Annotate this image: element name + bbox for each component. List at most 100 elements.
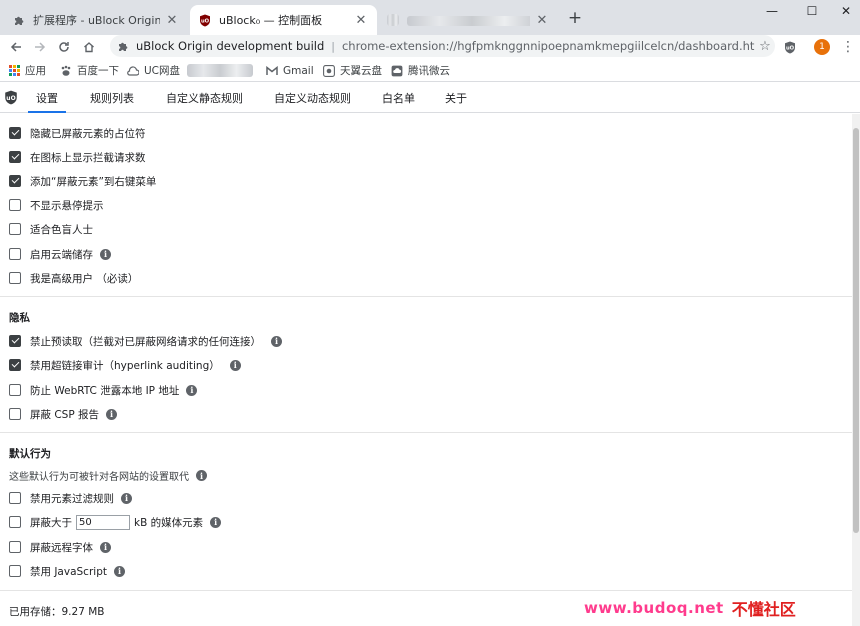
setting-hide-placeholders[interactable]: 隐藏已屏蔽元素的占位符 <box>9 125 146 141</box>
checkbox[interactable] <box>9 408 21 420</box>
checkbox[interactable] <box>9 492 21 504</box>
reload-icon <box>59 42 69 52</box>
bookmark-label: Gmail <box>283 64 314 77</box>
ublock-extension-button[interactable]: uO <box>780 37 800 57</box>
close-icon[interactable]: ✕ <box>353 12 369 28</box>
site-name: uBlock Origin development build <box>136 39 325 53</box>
ublock-icon: uO <box>785 41 795 53</box>
scrollbar[interactable] <box>852 114 860 626</box>
watermark-name: 不懂社区 <box>731 600 796 619</box>
bookmark-label: 应用 <box>25 65 46 77</box>
divider <box>0 590 852 591</box>
tab-settings[interactable]: 设置 <box>28 83 66 113</box>
bookmark-gmail[interactable]: Gmail <box>266 63 314 78</box>
info-icon[interactable]: i <box>106 408 118 420</box>
profile-button[interactable]: 1 <box>812 37 832 57</box>
setting-hyperlink-auditing[interactable]: 禁用超链接审计（hyperlink auditing） i <box>9 357 241 373</box>
setting-cloud-storage[interactable]: 启用云端储存 i <box>9 246 111 262</box>
kebab-menu-icon: ⋮ <box>841 39 855 55</box>
setting-advanced-user[interactable]: 我是高级用户 （必读） <box>9 270 138 286</box>
forward-button[interactable] <box>28 35 52 59</box>
checkbox[interactable] <box>9 175 21 187</box>
setting-label: 启用云端储存 <box>30 248 93 261</box>
bookmark-apps[interactable]: 应用 <box>8 63 46 78</box>
blurred-favicon-icon <box>386 13 400 27</box>
bookmark-uc[interactable]: UC网盘 <box>127 63 180 78</box>
divider: | <box>331 39 335 53</box>
checkbox[interactable] <box>9 127 21 139</box>
bookmarks-bar: 应用 百度一下 UC网盘 Gmail 天翼云盘 腾讯微云 <box>0 59 860 82</box>
back-button[interactable] <box>4 35 28 59</box>
home-button[interactable] <box>77 35 101 59</box>
star-icon[interactable]: ☆ <box>755 39 775 54</box>
setting-no-cosmetic-filtering[interactable]: 禁用元素过滤规则 i <box>9 490 132 506</box>
puzzle-icon <box>116 39 130 53</box>
checkbox[interactable] <box>9 248 21 260</box>
setting-csp-reports[interactable]: 屏蔽 CSP 报告 i <box>9 406 118 422</box>
setting-label: 适合色盲人士 <box>30 223 93 236</box>
menu-button[interactable]: ⋮ <box>838 37 858 57</box>
tab-my-filters[interactable]: 自定义静态规则 <box>166 83 243 113</box>
close-icon[interactable]: ✕ <box>164 12 180 28</box>
tab-my-rules[interactable]: 自定义动态规则 <box>274 83 351 113</box>
tab-extensions[interactable]: 扩展程序 - uBlock Origin devel ✕ <box>4 5 188 35</box>
bookmark-weiyun[interactable]: 腾讯微云 <box>391 63 450 78</box>
svg-text:uO: uO <box>201 18 210 24</box>
bookmark-label: 天翼云盘 <box>340 65 382 77</box>
tab-filter-lists[interactable]: 规则列表 <box>90 83 134 113</box>
media-size-input[interactable] <box>76 514 130 530</box>
checkbox[interactable] <box>9 335 21 347</box>
tab-strip: 扩展程序 - uBlock Origin devel ✕ uO uBlock₀ … <box>0 0 860 35</box>
info-icon[interactable]: i <box>210 516 222 528</box>
setting-label: 禁用超链接审计（hyperlink auditing） <box>30 359 220 372</box>
bookmark-tianyi[interactable]: 天翼云盘 <box>323 63 382 78</box>
checkbox[interactable] <box>9 223 21 235</box>
setting-color-blind[interactable]: 适合色盲人士 <box>9 221 93 237</box>
scrollbar-thumb[interactable] <box>853 128 859 533</box>
tab-about[interactable]: 关于 <box>445 83 467 113</box>
checkbox[interactable] <box>9 384 21 396</box>
checkbox[interactable] <box>9 199 21 211</box>
checkbox[interactable] <box>9 541 21 553</box>
address-bar[interactable]: uBlock Origin development build | chrome… <box>110 35 775 57</box>
minimize-button[interactable]: — <box>752 0 792 22</box>
new-tab-button[interactable]: + <box>565 9 585 29</box>
bookmark-label: 百度一下 <box>77 65 119 77</box>
checkbox[interactable] <box>9 272 21 284</box>
close-icon[interactable]: ✕ <box>534 12 550 28</box>
bookmark-baidu[interactable]: 百度一下 <box>60 63 119 78</box>
setting-remote-fonts[interactable]: 屏蔽远程字体 i <box>9 539 111 555</box>
gmail-icon <box>266 65 278 77</box>
tab-dashboard[interactable]: uO uBlock₀ — 控制面板 ✕ <box>190 5 377 35</box>
weiyun-icon <box>391 65 403 77</box>
info-icon[interactable]: i <box>100 541 111 553</box>
puzzle-icon <box>12 13 26 27</box>
setting-prefetching[interactable]: 禁止预读取（拦截对已屏蔽网络请求的任何连接） i <box>9 333 282 349</box>
blurred-bookmark-icon <box>187 64 253 77</box>
close-window-button[interactable]: ✕ <box>826 0 860 22</box>
defaults-note: 这些默认行为可被针对各网站的设置取代 i <box>9 468 207 483</box>
reload-button[interactable] <box>52 35 76 59</box>
info-icon[interactable]: i <box>113 565 125 577</box>
setting-no-scripting[interactable]: 禁用 JavaScript i <box>9 563 125 579</box>
checkbox[interactable] <box>9 516 21 528</box>
setting-context-menu[interactable]: 添加“屏蔽元素”到右键菜单 <box>9 173 156 189</box>
setting-large-media[interactable]: 屏蔽大于 kB 的媒体元素 i <box>9 514 222 530</box>
info-icon[interactable]: i <box>121 492 132 504</box>
info-icon[interactable]: i <box>229 359 241 371</box>
setting-webrtc[interactable]: 防止 WebRTC 泄露本地 IP 地址 i <box>9 382 198 398</box>
info-icon[interactable]: i <box>100 248 111 260</box>
checkbox[interactable] <box>9 151 21 163</box>
info-icon[interactable]: i <box>186 384 198 396</box>
checkbox[interactable] <box>9 565 21 577</box>
watermark-url: www.budoq.net <box>584 599 724 617</box>
tab-blurred[interactable]: ✕ <box>378 5 558 35</box>
setting-icon-badge[interactable]: 在图标上显示拦截请求数 <box>9 149 146 165</box>
cloud-icon <box>127 65 139 77</box>
info-icon[interactable]: i <box>196 470 207 481</box>
bookmark-blurred[interactable] <box>187 63 253 78</box>
info-icon[interactable]: i <box>271 335 282 347</box>
checkbox[interactable] <box>9 359 21 371</box>
setting-tooltips-disabled[interactable]: 不显示悬停提示 <box>9 197 104 213</box>
tab-whitelist[interactable]: 白名单 <box>382 83 415 113</box>
